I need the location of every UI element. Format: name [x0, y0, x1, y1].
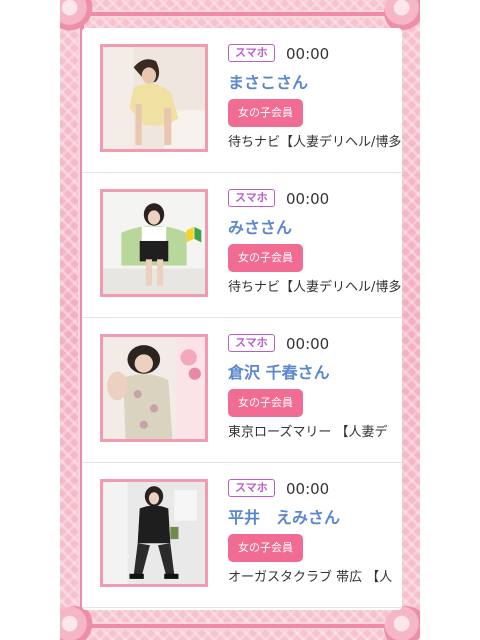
decorative-frame: スマホ 00:00 まさこさん 女の子会員 待ちナビ【人妻デリヘル/博多 スマホ…	[60, 0, 420, 640]
login-time: 00:00	[286, 45, 330, 63]
beginner-mark-icon	[186, 226, 202, 243]
shop-name-link[interactable]: 待ちナビ【人妻デリヘル/博多	[228, 278, 402, 298]
list-item[interactable]: スマホ 00:00 平井 えみさん 女の子会員 オーガスタクラブ 帯広 【人	[82, 463, 402, 608]
photo-woman-black-outfit	[103, 482, 205, 584]
profile-photo[interactable]	[100, 44, 208, 152]
profile-photo[interactable]	[100, 334, 208, 442]
cast-name-link[interactable]: みささん	[228, 217, 292, 239]
cast-name-link[interactable]: 平井 えみさん	[228, 507, 340, 529]
shop-name-link[interactable]: 東京ローズマリー 【人妻デ	[228, 423, 402, 443]
list-item[interactable]: スマホ 00:00 倉沢 千春さん 女の子会員 東京ローズマリー 【人妻デ	[82, 318, 402, 463]
member-badge-button[interactable]: 女の子会員	[228, 99, 303, 127]
device-badge: スマホ	[228, 44, 275, 62]
device-badge: スマホ	[228, 334, 275, 352]
shop-name-link[interactable]: オーガスタクラブ 帯広 【人	[228, 568, 402, 588]
photo-woman-floral-dress	[103, 337, 205, 439]
login-time: 00:00	[286, 480, 330, 498]
member-badge-button[interactable]: 女の子会員	[228, 389, 303, 417]
photo-woman-yellow-dress	[103, 47, 205, 149]
list-item[interactable]: スマホ 00:00 まさこさん 女の子会員 待ちナビ【人妻デリヘル/博多	[82, 28, 402, 173]
shop-name-link[interactable]: 待ちナビ【人妻デリヘル/博多	[228, 133, 402, 153]
cast-name-link[interactable]: 倉沢 千春さん	[228, 362, 330, 384]
profile-photo[interactable]	[100, 479, 208, 587]
member-badge-button[interactable]: 女の子会員	[228, 244, 303, 272]
device-badge: スマホ	[228, 189, 275, 207]
login-time: 00:00	[286, 190, 330, 208]
cast-list: スマホ 00:00 まさこさん 女の子会員 待ちナビ【人妻デリヘル/博多 スマホ…	[82, 28, 402, 610]
cast-name-link[interactable]: まさこさん	[228, 72, 308, 94]
page-margin-left	[0, 0, 60, 640]
page-margin-right	[420, 0, 480, 640]
member-badge-button[interactable]: 女の子会員	[228, 534, 303, 562]
login-time: 00:00	[286, 335, 330, 353]
list-item[interactable]: スマホ 00:00 みささん 女の子会員 待ちナビ【人妻デリヘル/博多	[82, 173, 402, 318]
device-badge: スマホ	[228, 479, 275, 497]
